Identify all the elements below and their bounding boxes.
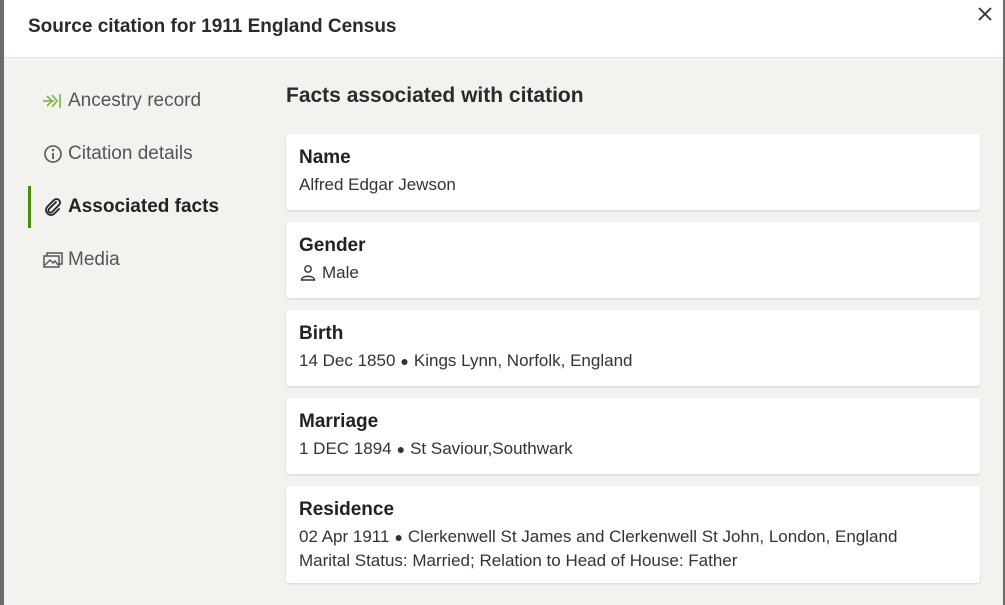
- sidebar-item-associated-facts[interactable]: Associated facts: [28, 186, 268, 228]
- citation-modal: Source citation for 1911 England Census …: [4, 0, 1003, 605]
- info-icon: [42, 143, 64, 165]
- sidebar-item-citation-details[interactable]: Citation details: [28, 133, 268, 175]
- sidebar-item-media[interactable]: Media: [28, 239, 268, 281]
- fact-label: Birth: [299, 323, 344, 344]
- sidebar-item-label: Ancestry record: [68, 90, 202, 111]
- fact-label: Residence: [299, 499, 395, 520]
- paperclip-icon: [42, 196, 64, 218]
- sidebar-item-label: Media: [68, 249, 120, 270]
- sidebar-item-ancestry-record[interactable]: Ancestry record: [28, 80, 268, 122]
- ancestry-leaf-icon: [42, 90, 64, 112]
- fact-label: Marriage: [299, 411, 379, 432]
- fact-card-birth: Birth 14 Dec 1850 ● Kings Lynn, Norfolk,…: [286, 310, 980, 386]
- fact-label: Gender: [299, 235, 366, 256]
- sidebar-item-label: Citation details: [68, 143, 193, 164]
- bullet-separator: ●: [396, 441, 406, 457]
- fact-card-marriage: Marriage 1 DEC 1894 ● St Saviour,Southwa…: [286, 398, 980, 474]
- fact-card-name: Name Alfred Edgar Jewson: [286, 134, 980, 210]
- sidebar-item-label: Associated facts: [68, 196, 220, 217]
- fact-value-row: Male: [299, 261, 967, 285]
- fact-label: Name: [299, 147, 351, 168]
- bullet-separator: ●: [400, 353, 409, 369]
- fact-value-row: 02 Apr 1911 ● Clerkenwell St James and C…: [299, 525, 967, 549]
- fact-details: Marital Status: Married; Relation to Hea…: [299, 551, 738, 570]
- fact-value: Alfred Edgar Jewson: [299, 175, 456, 194]
- modal-title: Source citation for 1911 England Census: [28, 16, 397, 37]
- person-icon: [299, 264, 317, 282]
- fact-place: St Saviour,Southwark: [410, 439, 573, 458]
- fact-value-row: 1 DEC 1894 ● St Saviour,Southwark: [299, 437, 967, 461]
- close-button[interactable]: [973, 2, 997, 26]
- section-title: Facts associated with citation: [286, 84, 584, 107]
- fact-place: Kings Lynn, Norfolk, England: [413, 351, 633, 370]
- facts-panel: Facts associated with citation Name Alfr…: [286, 84, 980, 595]
- fact-value: Male: [322, 263, 359, 282]
- fact-value-row: 14 Dec 1850 ● Kings Lynn, Norfolk, Engla…: [299, 349, 967, 373]
- bullet-separator: ●: [394, 529, 403, 545]
- fact-place: Clerkenwell St James and Clerkenwell St …: [407, 527, 898, 546]
- fact-date: 02 Apr 1911: [299, 527, 390, 546]
- image-icon: [42, 249, 64, 271]
- modal-header: Source citation for 1911 England Census: [4, 0, 1003, 58]
- fact-date: 14 Dec 1850: [299, 351, 396, 370]
- close-icon: [978, 7, 992, 21]
- sidebar-nav: Ancestry record Citation details Associa…: [28, 80, 268, 292]
- fact-card-residence: Residence 02 Apr 1911 ● Clerkenwell St J…: [286, 486, 980, 583]
- fact-date: 1 DEC 1894: [299, 439, 392, 458]
- fact-card-gender: Gender Male: [286, 222, 980, 298]
